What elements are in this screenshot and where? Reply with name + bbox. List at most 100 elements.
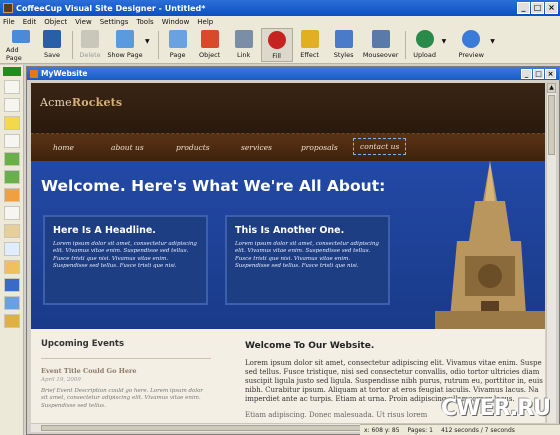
watermark-logo: CWER.RU (441, 396, 551, 421)
media-tool-icon[interactable] (4, 278, 20, 292)
pointer-tool-icon[interactable] (4, 80, 20, 94)
fill-button[interactable]: Fill (260, 28, 293, 62)
logo-text-a: Acme (40, 96, 72, 109)
welcome-line: Lorem ipsum dolor sit amet, consectetur … (245, 359, 542, 367)
page-label: Page (169, 51, 186, 59)
welcome-heading: Welcome To Our Website. (245, 341, 375, 351)
doc-minimize-button[interactable]: _ (521, 69, 532, 79)
add-page-label: Add Page (6, 46, 22, 62)
styles-button[interactable]: Styles (327, 28, 361, 62)
doc-close-button[interactable]: × (545, 69, 556, 79)
object-button[interactable]: Object (193, 28, 227, 62)
nav-services[interactable]: services (241, 143, 272, 152)
html-tool-icon[interactable] (4, 260, 20, 274)
hero-box-1: Here Is A Headline. Lorem ipsum dolor si… (43, 215, 208, 305)
link-button[interactable]: Link (227, 28, 261, 62)
preview-dropdown-icon[interactable]: ▼ (490, 38, 495, 45)
preview-icon (462, 30, 481, 48)
doc-maximize-button[interactable]: □ (533, 69, 544, 79)
show-page-icon (116, 30, 134, 48)
mouseover-button[interactable]: Mouseover (361, 28, 401, 62)
effect-button[interactable]: Effect (293, 28, 327, 62)
nav-products[interactable]: products (176, 143, 210, 152)
event-title: Event Title Could Go Here (41, 367, 137, 375)
status-bar: x: 608 y: 85 Pages: 1 412 seconds / 7 se… (360, 424, 560, 435)
mouseover-icon (371, 30, 390, 48)
cathedral-tower-image (435, 161, 545, 329)
show-page-dropdown-icon[interactable]: ▼ (145, 38, 150, 45)
link-label: Link (236, 51, 251, 59)
hero-box-2-title: This Is Another One. (235, 225, 345, 236)
nav-about-us[interactable]: about us (111, 143, 144, 152)
menu-settings[interactable]: Settings (100, 18, 129, 26)
welcome-line: sed tellus. Fusce tristique, nisi sed co… (245, 368, 540, 377)
app-titlebar: CoffeeCup Visual Site Designer - Untitle… (0, 0, 560, 16)
app-title: CoffeeCup Visual Site Designer - Untitle… (16, 3, 206, 13)
save-button[interactable]: Save (36, 28, 68, 62)
website-canvas[interactable]: AcmeRockets home about us products servi… (31, 83, 545, 423)
menu-tools[interactable]: Tools (136, 18, 153, 26)
document-window: MyWebsite _ □ × AcmeRockets home about u… (26, 66, 560, 435)
line-tool-icon[interactable] (4, 206, 20, 220)
menu-bar: File Edit Object View Settings Tools Win… (0, 16, 560, 28)
event-description: Brief Event Description could go here. L… (41, 388, 204, 409)
menu-help[interactable]: Help (197, 18, 213, 26)
object-icon (200, 30, 219, 48)
upload-dropdown-icon[interactable]: ▼ (442, 38, 447, 45)
menu-view[interactable]: View (75, 18, 92, 26)
toolbar-separator (72, 31, 73, 59)
nav-contact-us[interactable]: contact us (353, 138, 407, 155)
preview-button[interactable]: Preview (454, 28, 488, 62)
delete-button[interactable]: Delete (77, 28, 103, 62)
link-icon (234, 30, 253, 48)
site-header: AcmeRockets (31, 83, 545, 133)
menu-edit[interactable]: Edit (23, 18, 37, 26)
page-icon (168, 30, 187, 48)
rollover-tool-icon[interactable] (4, 188, 20, 202)
form-tool-icon[interactable] (4, 170, 20, 184)
maximize-button[interactable]: □ (531, 2, 544, 14)
minimize-button[interactable]: _ (517, 2, 530, 14)
logo-text-b: Rockets (71, 96, 123, 109)
text-tool-icon[interactable] (4, 98, 20, 112)
menu-object[interactable]: Object (44, 18, 67, 26)
vertical-scroll-thumb[interactable] (548, 95, 555, 155)
site-logo: AcmeRockets (40, 96, 122, 109)
welcome-line: suscipit ligula justo sed ligula. Suspen… (245, 377, 543, 386)
nav-proposals[interactable]: proposals (301, 143, 338, 152)
event-date: April 19, 2009 (41, 377, 81, 383)
widget-tool-icon[interactable] (4, 314, 20, 328)
nav-home[interactable]: home (53, 143, 74, 152)
table-tool-icon[interactable] (4, 242, 20, 256)
hero-section: Welcome. Here's What We're All About: He… (31, 161, 545, 329)
add-page-button[interactable]: Add Page (6, 28, 36, 62)
delete-icon (81, 30, 99, 48)
cursor-coordinates: x: 608 y: 85 (364, 426, 400, 434)
effect-icon (300, 30, 319, 48)
scroll-up-icon[interactable]: ▲ (547, 83, 556, 93)
delete-label: Delete (79, 51, 101, 59)
document-titlebar: MyWebsite _ □ × (27, 67, 559, 80)
plugin-tool-icon[interactable] (4, 296, 20, 310)
menu-window[interactable]: Window (162, 18, 190, 26)
upload-icon (415, 30, 434, 48)
image-tool-icon[interactable] (4, 116, 20, 130)
vertical-scrollbar[interactable]: ▲ (546, 83, 556, 423)
upload-button[interactable]: Upload (410, 28, 440, 62)
save-icon (43, 30, 61, 48)
shape-tool-icon[interactable] (4, 134, 20, 148)
effect-label: Effect (300, 51, 319, 59)
show-page-button[interactable]: Show Page (107, 28, 143, 62)
menu-file[interactable]: File (3, 18, 15, 26)
toolbar-separator (157, 31, 159, 59)
hero-title: Welcome. Here's What We're All About: (41, 177, 386, 195)
page-button[interactable]: Page (163, 28, 193, 62)
page-count: Pages: 1 (407, 426, 433, 434)
app-icon (3, 3, 13, 13)
box-tool-icon[interactable] (4, 152, 20, 166)
flash-tool-icon[interactable] (4, 224, 20, 238)
show-page-label: Show Page (107, 51, 143, 59)
hero-box-2: This Is Another One. Lorem ipsum dolor s… (225, 215, 390, 305)
events-heading: Upcoming Events (41, 339, 211, 359)
close-button[interactable]: × (545, 2, 558, 14)
